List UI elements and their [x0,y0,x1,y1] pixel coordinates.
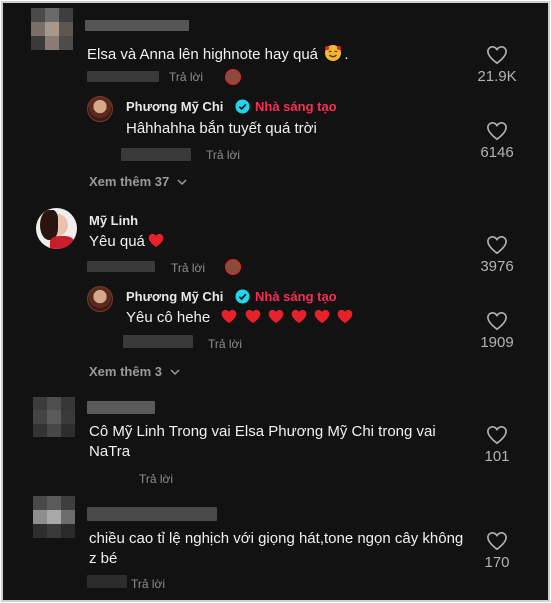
reply-text: Hâhhahha bắn tuyết quá trời [126,120,317,137]
verified-check-icon [235,289,250,304]
creator-avatar[interactable] [87,96,113,122]
red-heart-icon [222,309,237,324]
red-heart-icon [268,309,284,324]
comment-author[interactable]: Mỹ Linh [89,213,138,229]
red-heart-icon [148,233,164,248]
reply-text: Yêu cô hehe [126,308,353,328]
comment-avatar-blurred[interactable] [33,496,75,538]
comment-avatar-blurred[interactable] [33,397,75,437]
heart-outline-icon[interactable] [486,235,508,255]
red-heart-icon [314,309,330,324]
heart-outline-icon[interactable] [486,45,508,65]
reply-button[interactable]: Trả lời [169,70,203,84]
verified-check-icon [235,99,250,114]
reply-button[interactable]: Trả lời [139,472,173,486]
comment-text: Yêu quá [89,232,164,252]
username-blurred[interactable] [87,401,155,414]
username-blurred[interactable] [85,20,189,31]
creator-liked-avatar [225,69,241,85]
heart-outline-icon[interactable] [486,311,508,331]
view-more-replies[interactable]: Xem thêm 37 [89,174,187,190]
reply-author[interactable]: Phương Mỹ Chi [126,289,223,305]
chevron-down-icon [177,179,187,186]
timestamp-blurred [87,575,127,588]
like-count: 21.9K [477,68,517,85]
timestamp-blurred [87,261,155,272]
reply-button[interactable]: Trả lời [206,148,240,162]
reply-author[interactable]: Phương Mỹ Chi [126,99,223,115]
smiling-face-with-hearts-icon [325,45,342,61]
red-heart-icon [291,309,307,324]
like-count: 101 [484,448,510,465]
comment-text: Elsa và Anna lên highnote hay quá . [87,45,349,63]
like-count: 170 [484,554,510,571]
like-count: 3976 [480,258,514,275]
comment-text: Cô Mỹ Linh Trong vai Elsa Phương Mỹ Chi … [89,423,436,460]
heart-outline-icon[interactable] [486,531,508,551]
heart-outline-icon[interactable] [486,425,508,445]
comment-panel: Elsa và Anna lên highnote hay quá . Trả … [1,1,550,602]
comment-text: chiều cao tỉ lệ nghịch với giọng hát,ton… [89,530,464,567]
red-heart-icon [337,309,353,324]
view-more-replies[interactable]: Xem thêm 3 [89,364,180,380]
creator-avatar[interactable] [87,286,113,312]
like-count: 1909 [480,334,514,351]
heart-outline-icon[interactable] [486,121,508,141]
comment-avatar-blurred[interactable] [31,8,73,50]
chevron-down-icon [170,369,180,376]
reply-button[interactable]: Trả lời [171,261,205,275]
timestamp-blurred [123,335,193,348]
red-heart-icon [245,309,260,324]
red-hearts-row [218,309,353,326]
creator-badge: Nhà sáng tạo [255,289,337,304]
avatar[interactable] [36,208,77,249]
like-count: 6146 [480,144,514,161]
timestamp-blurred [121,148,191,161]
reply-button[interactable]: Trả lời [131,577,165,591]
creator-liked-avatar [225,259,241,275]
creator-badge: Nhà sáng tạo [255,99,337,114]
reply-button[interactable]: Trả lời [208,337,242,351]
username-blurred[interactable] [87,507,217,521]
timestamp-blurred [87,71,159,82]
